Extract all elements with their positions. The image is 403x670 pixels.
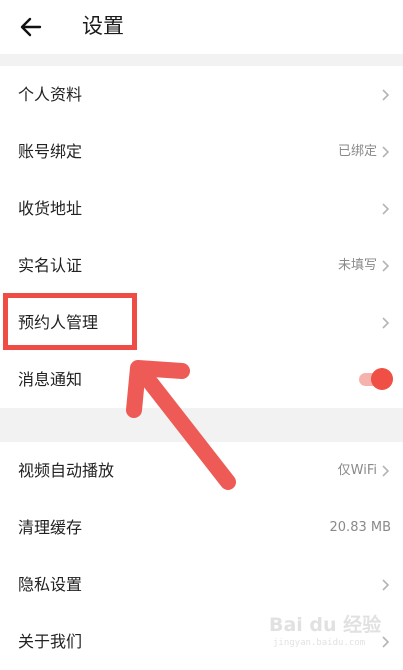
section-divider — [0, 54, 403, 66]
chevron-right-icon — [382, 579, 390, 591]
settings-row-notifications: 消息通知 — [0, 351, 403, 408]
settings-row-privacy[interactable]: 隐私设置 — [0, 556, 403, 613]
settings-row-video-autoplay[interactable]: 视频自动播放 仅WiFi — [0, 442, 403, 499]
settings-list-account: 个人资料 账号绑定 已绑定 收货地址 实名认证 未填写 预约人管理 消息通知 — [0, 66, 403, 408]
settings-row-profile[interactable]: 个人资料 — [0, 66, 403, 123]
watermark-url: jingyan.baidu.com — [273, 638, 366, 648]
row-label: 实名认证 — [18, 256, 83, 275]
row-label: 账号绑定 — [18, 142, 83, 161]
toggle-knob — [371, 368, 393, 390]
row-label: 收货地址 — [18, 199, 83, 218]
settings-row-clear-cache[interactable]: 清理缓存 20.83 MB — [0, 499, 403, 556]
chevron-right-icon — [382, 260, 390, 272]
page-title: 设置 — [82, 14, 124, 38]
settings-row-shipping-address[interactable]: 收货地址 — [0, 180, 403, 237]
settings-row-account-binding[interactable]: 账号绑定 已绑定 — [0, 123, 403, 180]
back-button[interactable] — [14, 10, 48, 44]
header-bar: 设置 — [0, 0, 403, 54]
row-label: 隐私设置 — [18, 575, 83, 594]
row-label: 个人资料 — [18, 85, 83, 104]
highlight-box — [3, 293, 137, 350]
arrow-left-icon — [20, 17, 42, 37]
row-label: 视频自动播放 — [18, 461, 115, 480]
chevron-right-icon — [382, 203, 390, 215]
watermark-brand: Bai du 经验 — [269, 614, 382, 636]
chevron-right-icon — [382, 146, 390, 158]
row-value: 20.83 MB — [329, 520, 391, 535]
baidu-jingyan-watermark: Bai du 经验 jingyan.baidu.com — [267, 608, 393, 654]
row-value: 已绑定 — [337, 144, 377, 159]
row-label: 清理缓存 — [18, 518, 83, 537]
chevron-right-icon — [382, 317, 390, 329]
chevron-right-icon — [382, 89, 390, 101]
notification-toggle[interactable] — [359, 368, 393, 390]
row-value: 仅WiFi — [337, 463, 377, 478]
settings-row-real-name[interactable]: 实名认证 未填写 — [0, 237, 403, 294]
row-label: 消息通知 — [18, 370, 83, 389]
row-label: 关于我们 — [18, 632, 83, 651]
row-value: 未填写 — [337, 258, 377, 273]
chevron-right-icon — [382, 465, 390, 477]
